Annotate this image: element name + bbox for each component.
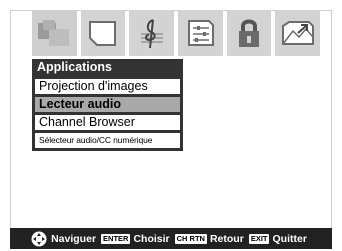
footer-hint-bar: Naviguer ENTER Choisir CH RTN Retour EXI… — [10, 228, 332, 249]
picture-icon — [38, 20, 70, 46]
menu-item-projection-images[interactable]: Projection d'images — [35, 79, 180, 94]
tab-lock[interactable] — [226, 10, 272, 56]
back-label: Retour — [209, 232, 244, 245]
tab-setup[interactable] — [178, 10, 223, 56]
menu-item-lecteur-audio[interactable]: Lecteur audio — [35, 97, 180, 112]
menu-item-selecteur-audio[interactable]: Sélecteur audio/CC numérique — [35, 133, 180, 148]
menu-tabs — [32, 10, 321, 56]
screen-icon — [89, 21, 116, 46]
lock-icon — [239, 19, 260, 47]
exit-key-badge: EXIT — [248, 233, 270, 244]
equalizer-icon — [188, 20, 215, 46]
tab-screen[interactable] — [80, 10, 126, 56]
navigation-pad-icon — [31, 231, 47, 246]
tab-applications[interactable] — [275, 10, 321, 56]
tab-audio[interactable] — [129, 10, 175, 56]
applications-menu: Applications Projection d'images Lecteur… — [32, 59, 183, 151]
choose-label: Choisir — [133, 232, 170, 245]
navigate-label: Naviguer — [51, 232, 97, 245]
tab-picture[interactable] — [32, 10, 77, 56]
quit-label: Quitter — [272, 232, 307, 245]
menu-item-channel-browser[interactable]: Channel Browser — [35, 115, 180, 130]
menu-title: Applications — [37, 60, 113, 74]
enter-key-badge: ENTER — [101, 233, 131, 244]
ch-rtn-key-badge: CH RTN — [174, 233, 207, 244]
applications-icon — [281, 21, 314, 45]
music-clef-icon — [140, 19, 163, 49]
